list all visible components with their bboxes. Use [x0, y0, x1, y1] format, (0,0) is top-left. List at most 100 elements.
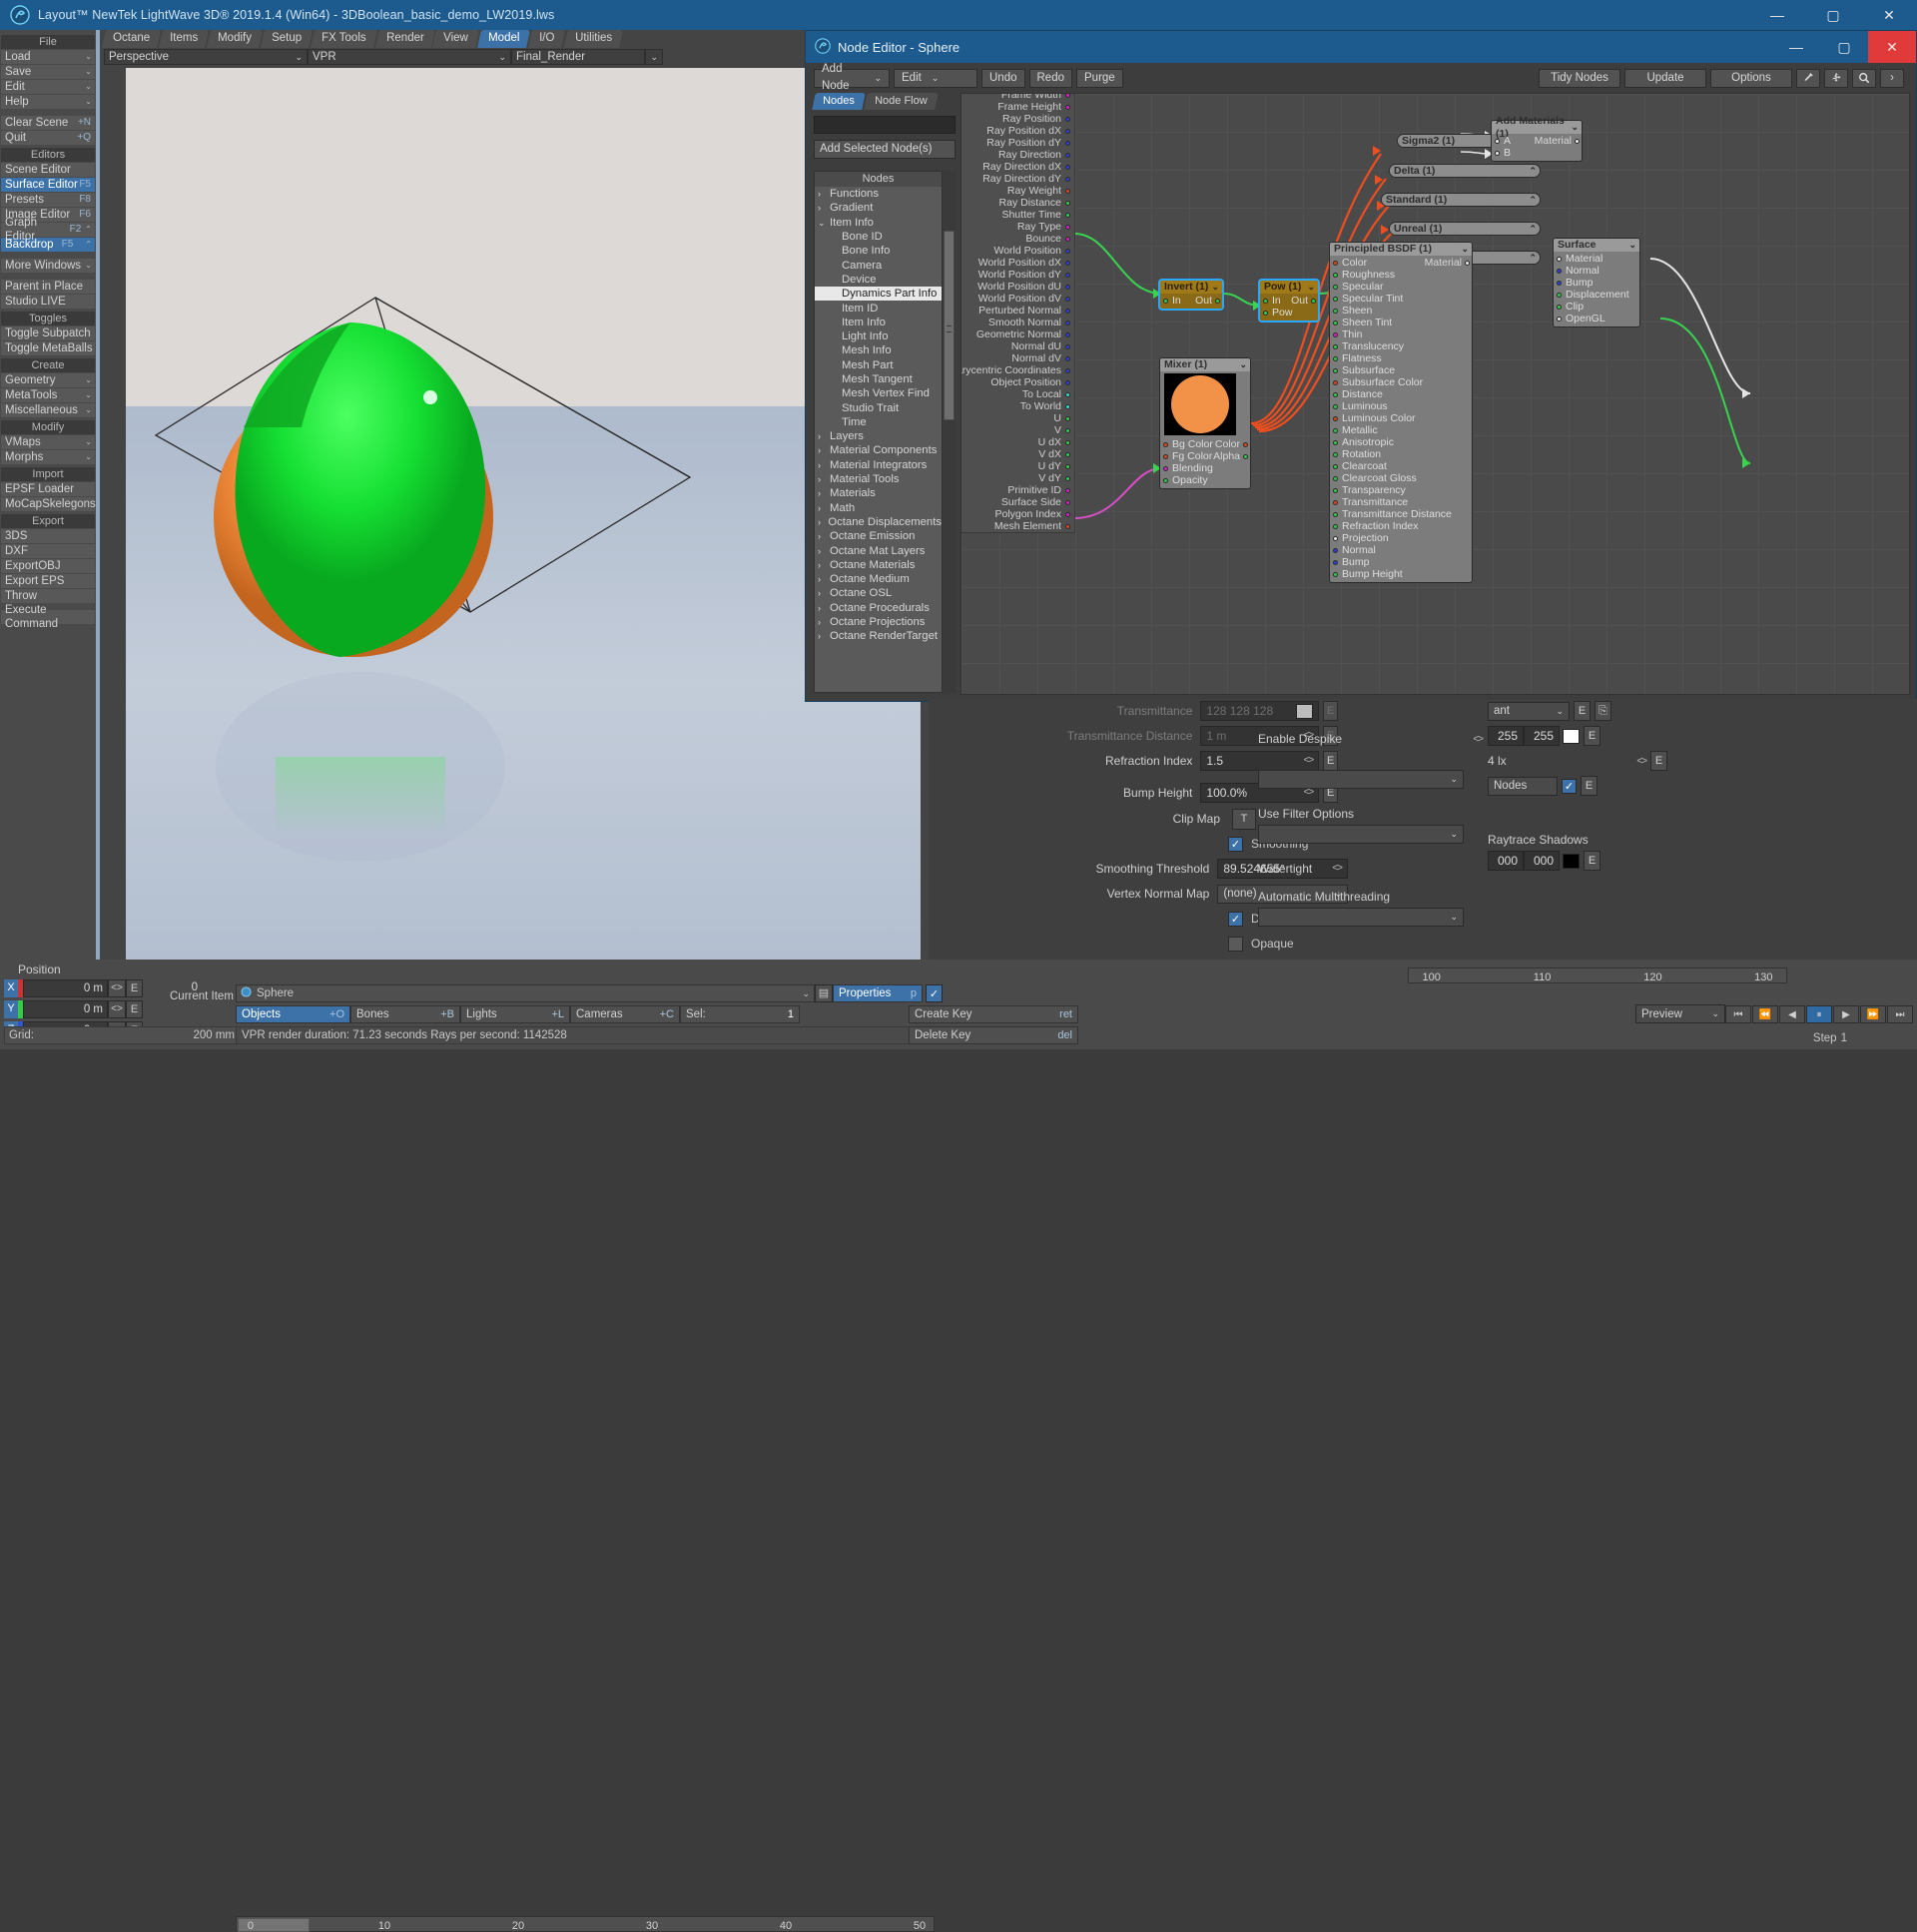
surface-clip-port[interactable]: Clip	[1554, 301, 1639, 313]
port-dot-icon[interactable]	[1065, 343, 1070, 349]
node-tree-item-octane-projections[interactable]: › Octane Projections	[815, 615, 942, 629]
sidebar-item-exportobj[interactable]: ExportOBJ	[1, 559, 95, 573]
axis-value-y[interactable]: 0 m	[23, 1000, 108, 1018]
node-tree-item-octane-emission[interactable]: › Octane Emission	[815, 529, 942, 543]
stepper-arrows-icon[interactable]: <>	[108, 979, 126, 997]
node-search-input[interactable]	[815, 117, 964, 133]
viewport-extra-select[interactable]: ⌄	[645, 49, 663, 65]
sidebar-item-epsf-loader[interactable]: EPSF Loader	[1, 482, 95, 496]
menu-tab-render[interactable]: Render	[374, 30, 435, 48]
ant-copy-button[interactable]: ⎘	[1595, 701, 1611, 721]
node-unreal-1--header[interactable]: Unreal (1) ⌃	[1390, 223, 1540, 235]
port-dot-icon[interactable]	[1163, 465, 1168, 471]
viewport-view-select[interactable]: Perspective ⌄	[104, 49, 308, 65]
port-dot-icon[interactable]	[1263, 298, 1268, 304]
redo-button[interactable]: Redo	[1028, 68, 1072, 88]
node-mixer[interactable]: Mixer (1) ⌄ Bg Color Color Fg Color Alpha Blen…	[1159, 357, 1251, 489]
port-dot-icon[interactable]	[1333, 391, 1338, 397]
node-tree-item-material-integrators[interactable]: › Material Integrators	[815, 458, 942, 472]
chevron-right-icon[interactable]: ›	[818, 629, 830, 643]
node-tree-item-bone-info[interactable]: Bone Info	[815, 244, 942, 258]
principled-luminous-port[interactable]: Luminous	[1330, 400, 1472, 412]
menu-tab-i-o[interactable]: I/O	[528, 30, 566, 48]
chevron-down-icon[interactable]: ⌄	[1461, 243, 1469, 256]
principled-normal-port[interactable]: Normal	[1330, 544, 1472, 556]
port-dot-icon[interactable]	[1065, 523, 1070, 529]
port-dot-icon[interactable]	[1333, 451, 1338, 457]
chevron-right-icon[interactable]: ›	[818, 486, 830, 500]
chevron-right-icon[interactable]: ›	[818, 586, 830, 600]
node-editor-tab-node-flow[interactable]: Node Flow	[863, 93, 939, 110]
update-button[interactable]: Update	[1624, 68, 1706, 88]
node-tree-item-functions[interactable]: › Functions	[815, 187, 942, 201]
port-dot-icon[interactable]	[1557, 256, 1562, 262]
port-dot-icon[interactable]	[1065, 403, 1070, 409]
port-dot-icon[interactable]	[1333, 487, 1338, 493]
options-button[interactable]: Options	[1710, 68, 1792, 88]
filter-select-1[interactable]: ⌄	[1258, 770, 1464, 789]
node-tree-item-item-info[interactable]: Item Info	[815, 316, 942, 329]
port-dot-icon[interactable]	[1333, 511, 1338, 517]
sidebar-item-vmaps[interactable]: VMaps ⌄	[1, 435, 95, 449]
port-dot-icon[interactable]	[1163, 453, 1168, 459]
pow-exponent-port[interactable]: Pow	[1260, 307, 1318, 319]
node-standard-1--header[interactable]: Standard (1) ⌃	[1382, 194, 1540, 206]
sidebar-item-scene-editor[interactable]: Scene Editor	[1, 163, 95, 177]
principled-clearcoat-gloss-port[interactable]: Clearcoat Gloss	[1330, 472, 1472, 484]
node-tree-item-mesh-part[interactable]: Mesh Part	[815, 358, 942, 372]
sidebar-item-parent-in-place[interactable]: Parent in Place	[1, 280, 95, 294]
node-principled-bsdf[interactable]: Principled BSDF (1) ⌄ Color Material Roughne…	[1329, 242, 1473, 583]
port-dot-icon[interactable]	[1333, 355, 1338, 361]
port-dot-icon[interactable]	[1333, 343, 1338, 349]
chevron-right-icon[interactable]: ›	[818, 201, 830, 215]
rewind-button[interactable]: ⏪	[1752, 1005, 1778, 1023]
node-tree-item-octane-procedurals[interactable]: › Octane Procedurals	[815, 601, 942, 615]
input-port-ray-position[interactable]: Ray Position	[961, 113, 1074, 125]
node-tree-item-octane-rendertarget[interactable]: › Octane RenderTarget	[815, 629, 942, 643]
port-dot-icon[interactable]	[1065, 511, 1070, 517]
port-dot-icon[interactable]	[1333, 427, 1338, 433]
sidebar-item-more-windows[interactable]: More Windows ⌄	[1, 259, 95, 273]
sidebar-item-save[interactable]: Save ⌄	[1, 65, 95, 79]
node-tree-item-octane-osl[interactable]: › Octane OSL	[815, 586, 942, 600]
chevron-right-icon[interactable]: ›	[818, 544, 830, 558]
input-port-surface-side[interactable]: Surface Side	[961, 496, 1074, 508]
port-dot-icon[interactable]	[1065, 427, 1070, 433]
input-port-object-position[interactable]: Object Position	[961, 376, 1074, 388]
port-dot-icon[interactable]	[1495, 138, 1500, 144]
next-icon[interactable]: ›	[1880, 68, 1904, 88]
node-editor-maximize-button[interactable]: ▢	[1820, 31, 1868, 63]
chevron-down-icon[interactable]: ⌄	[802, 988, 814, 999]
chevron-right-icon[interactable]: ›	[818, 443, 830, 457]
principled-flatness-port[interactable]: Flatness	[1330, 352, 1472, 364]
principled-subsurface-port[interactable]: Subsurface	[1330, 364, 1472, 376]
port-dot-icon[interactable]	[1065, 272, 1070, 278]
port-dot-icon[interactable]	[1065, 260, 1070, 266]
port-dot-icon[interactable]	[1065, 176, 1070, 182]
input-port-ray-position-dx[interactable]: Ray Position dX	[961, 125, 1074, 137]
principled-refraction-index-port[interactable]: Refraction Index	[1330, 520, 1472, 532]
port-dot-icon[interactable]	[1333, 439, 1338, 445]
port-dot-icon[interactable]	[1163, 298, 1168, 304]
menu-tab-model[interactable]: Model	[477, 30, 531, 48]
port-dot-icon[interactable]	[1215, 298, 1220, 304]
lux-e-button[interactable]: E	[1650, 751, 1667, 771]
input-port-v-dx[interactable]: V dX	[961, 448, 1074, 460]
port-dot-icon[interactable]	[1557, 268, 1562, 274]
node-tree-item-device[interactable]: Device	[815, 273, 942, 287]
tidy-nodes-button[interactable]: Tidy Nodes	[1539, 68, 1620, 88]
port-dot-icon[interactable]	[1557, 304, 1562, 310]
sidebar-item-morphs[interactable]: Morphs ⌄	[1, 450, 95, 464]
sidebar-item-execute-command[interactable]: Execute Command	[1, 604, 95, 630]
principled-transparency-port[interactable]: Transparency	[1330, 484, 1472, 496]
properties-button[interactable]: Properties p	[833, 984, 923, 1002]
node-tree-item-layers[interactable]: › Layers	[815, 429, 942, 443]
selection-tab-bones[interactable]: Bones +B	[350, 1005, 460, 1023]
chevron-right-icon[interactable]: ›	[818, 558, 830, 572]
play-button[interactable]: ▶	[1833, 1005, 1859, 1023]
input-port-ray-direction-dx[interactable]: Ray Direction dX	[961, 161, 1074, 173]
node-tree-item-gradient[interactable]: › Gradient	[815, 201, 942, 215]
port-dot-icon[interactable]	[1065, 499, 1070, 505]
input-port-world-position-du[interactable]: World Position dU	[961, 281, 1074, 293]
input-port-barycentric-coordinates[interactable]: Barycentric Coordinates	[961, 364, 1074, 376]
